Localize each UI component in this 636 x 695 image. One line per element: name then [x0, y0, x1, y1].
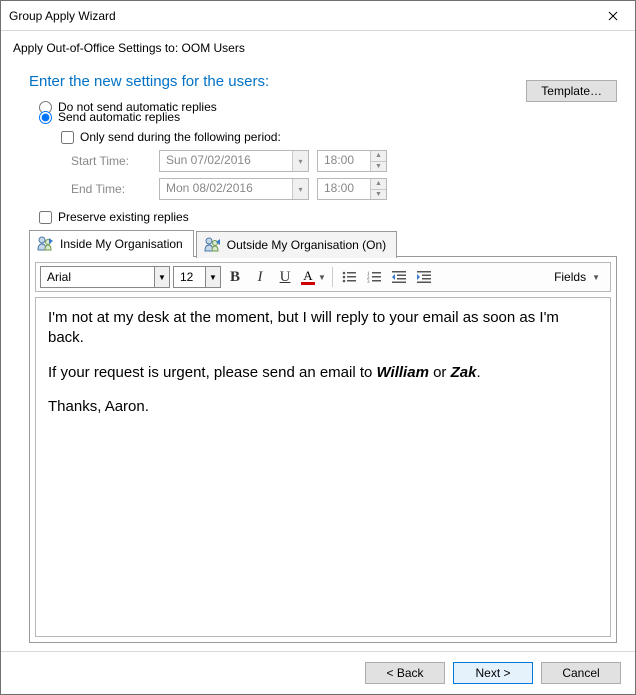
- bold-button[interactable]: B: [224, 266, 246, 288]
- chevron-down-icon: ▼: [205, 267, 220, 287]
- end-date-picker: Mon 08/02/2016 ▾: [159, 178, 309, 200]
- svg-text:3: 3: [367, 280, 370, 285]
- chevron-down-icon: ▾: [292, 151, 308, 171]
- tabs: Inside My Organisation Outside My Organi…: [29, 230, 617, 257]
- message-paragraph: If your request is urgent, please send a…: [48, 363, 598, 383]
- font-color-button[interactable]: A ▼: [299, 266, 327, 288]
- bullet-list-icon: [341, 269, 357, 285]
- underline-button[interactable]: U: [274, 266, 296, 288]
- font-size-value: 12: [174, 270, 205, 284]
- chevron-down-icon: ▼: [317, 273, 327, 282]
- outdent-button[interactable]: [388, 266, 410, 288]
- italic-button[interactable]: I: [249, 266, 271, 288]
- users-inside-icon: [36, 235, 54, 253]
- radio-send-reply-input[interactable]: [39, 111, 52, 124]
- font-family-select[interactable]: Arial ▼: [40, 266, 170, 288]
- start-date-value: Sun 07/02/2016: [160, 151, 292, 171]
- close-icon: [608, 11, 618, 21]
- start-time-value: 18:00: [318, 151, 370, 171]
- indent-icon: [416, 269, 432, 285]
- next-button[interactable]: Next >: [453, 662, 533, 684]
- period-block: Only send during the following period: S…: [51, 130, 617, 200]
- font-family-value: Arial: [41, 270, 154, 284]
- numbered-list-button[interactable]: 1 2 3: [363, 266, 385, 288]
- cancel-button[interactable]: Cancel: [541, 662, 621, 684]
- preserve-replies-checkbox[interactable]: [39, 211, 52, 224]
- chevron-down-icon: ▾: [292, 179, 308, 199]
- template-button[interactable]: Template…: [526, 80, 617, 102]
- tab-inside-label: Inside My Organisation: [60, 237, 183, 251]
- only-send-period[interactable]: Only send during the following period:: [61, 130, 617, 144]
- message-paragraph: I'm not at my desk at the moment, but I …: [48, 308, 598, 349]
- end-date-value: Mon 08/02/2016: [160, 179, 292, 199]
- only-send-period-checkbox[interactable]: [61, 131, 74, 144]
- tab-outside-org[interactable]: Outside My Organisation (On): [196, 231, 397, 258]
- wizard-footer: < Back Next > Cancel: [1, 651, 635, 694]
- window-title: Group Apply Wizard: [9, 9, 590, 23]
- preserve-replies[interactable]: Preserve existing replies: [39, 210, 617, 224]
- content-area: Enter the new settings for the users: Do…: [1, 61, 635, 651]
- spinner-icon: ▲▼: [370, 179, 386, 199]
- start-time-picker: 18:00 ▲▼: [317, 150, 387, 172]
- indent-button[interactable]: [413, 266, 435, 288]
- subtitle: Apply Out-of-Office Settings to: OOM Use…: [1, 31, 635, 61]
- start-date-picker: Sun 07/02/2016 ▾: [159, 150, 309, 172]
- start-time-label: Start Time:: [71, 154, 151, 168]
- end-time-picker: 18:00 ▲▼: [317, 178, 387, 200]
- close-button[interactable]: [590, 1, 635, 30]
- tab-outside-label: Outside My Organisation (On): [227, 238, 386, 252]
- only-send-period-label: Only send during the following period:: [80, 130, 281, 144]
- spinner-icon: ▲▼: [370, 151, 386, 171]
- back-button[interactable]: < Back: [365, 662, 445, 684]
- chevron-down-icon: ▼: [154, 267, 169, 287]
- editor-toolbar: Arial ▼ 12 ▼ B I U A ▼: [35, 262, 611, 292]
- outdent-icon: [391, 269, 407, 285]
- preserve-replies-label: Preserve existing replies: [58, 210, 189, 224]
- radio-send-reply[interactable]: Send automatic replies: [39, 110, 617, 124]
- toolbar-separator: [332, 267, 333, 287]
- chevron-down-icon: ▼: [592, 273, 600, 282]
- font-size-select[interactable]: 12 ▼: [173, 266, 221, 288]
- bullet-list-button[interactable]: [338, 266, 360, 288]
- titlebar: Group Apply Wizard: [1, 1, 635, 31]
- tab-inside-org[interactable]: Inside My Organisation: [29, 230, 194, 257]
- font-color-icon: A: [299, 270, 317, 285]
- users-outside-icon: [203, 236, 221, 254]
- message-editor[interactable]: I'm not at my desk at the moment, but I …: [35, 297, 611, 637]
- end-time-label: End Time:: [71, 182, 151, 196]
- radio-send-reply-label: Send automatic replies: [58, 110, 180, 124]
- numbered-list-icon: 1 2 3: [366, 269, 382, 285]
- fields-dropdown[interactable]: Fields ▼: [548, 266, 606, 288]
- editor-frame: Arial ▼ 12 ▼ B I U A ▼: [29, 256, 617, 643]
- message-paragraph: Thanks, Aaron.: [48, 397, 598, 417]
- window: Group Apply Wizard Apply Out-of-Office S…: [0, 0, 636, 695]
- end-time-value: 18:00: [318, 179, 370, 199]
- fields-label: Fields: [554, 270, 586, 284]
